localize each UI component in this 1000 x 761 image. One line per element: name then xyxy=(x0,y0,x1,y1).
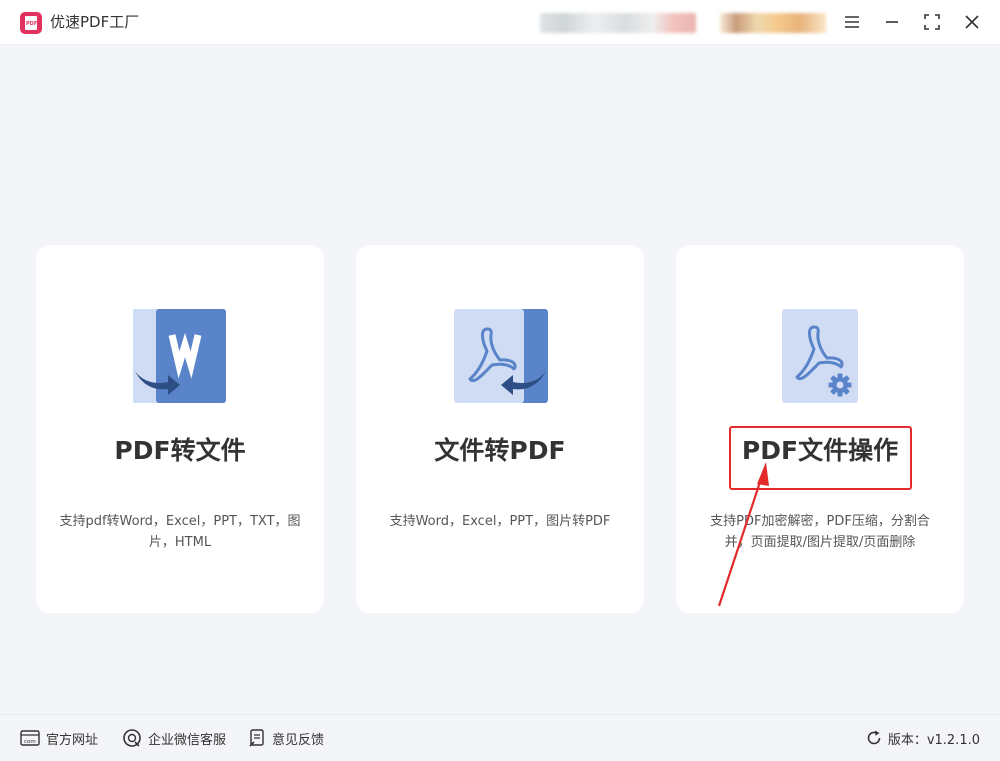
svg-text:com: com xyxy=(24,739,36,745)
footer-link-label: 官方网址 xyxy=(46,732,99,748)
version-info[interactable]: 版本：v1.2.1.0 xyxy=(866,728,980,748)
app-logo: PDF xyxy=(20,12,42,34)
blurred-user-avatar[interactable] xyxy=(720,13,826,33)
card-title: PDF转文件 xyxy=(114,436,246,465)
wechat-support-link[interactable]: 企业微信客服 xyxy=(122,728,226,748)
close-icon[interactable] xyxy=(960,10,984,34)
card-description: 支持Word，Excel，PPT，图片转PDF xyxy=(389,514,611,529)
official-website-link[interactable]: com 官方网址 xyxy=(20,728,98,748)
feedback-icon xyxy=(249,729,264,747)
card-pdf-operations[interactable]: PDF文件操作 支持PDF加密解密，PDF压缩，分割合并，页面提取/图片提取/页… xyxy=(676,245,964,613)
card-title: PDF文件操作 xyxy=(741,436,899,465)
pdf-to-word-icon xyxy=(132,307,228,403)
pdf-settings-icon xyxy=(772,307,868,403)
menu-icon[interactable] xyxy=(840,10,864,34)
support-icon xyxy=(123,729,141,747)
blurred-account-info xyxy=(540,13,696,33)
card-pdf-to-file[interactable]: PDF转文件 支持pdf转Word，Excel，PPT，TXT，图片，HTML xyxy=(36,245,324,613)
version-label: 版本：v1.2.1.0 xyxy=(887,732,980,748)
feedback-link[interactable]: 意见反馈 xyxy=(248,728,324,748)
footer-link-label: 企业微信客服 xyxy=(148,732,227,748)
title-bar: PDF 优速PDF工厂 xyxy=(0,0,1000,45)
minimize-icon[interactable] xyxy=(880,10,904,34)
app-logo-text: PDF xyxy=(26,21,38,27)
card-description: 支持pdf转Word，Excel，PPT，TXT，图片，HTML xyxy=(59,514,301,550)
card-file-to-pdf[interactable]: 文件转PDF 支持Word，Excel，PPT，图片转PDF xyxy=(356,245,644,613)
refresh-icon xyxy=(867,730,881,745)
maximize-icon[interactable] xyxy=(920,10,944,34)
card-title: 文件转PDF xyxy=(434,436,566,465)
footer-bar: com 官方网址 企业微信客服 意见反馈 版本：v1.2.1.0 xyxy=(0,714,1000,761)
footer-link-label: 意见反馈 xyxy=(272,732,325,748)
card-description: 支持PDF加密解密，PDF压缩，分割合并，页面提取/图片提取/页面删除 xyxy=(710,514,930,550)
file-to-pdf-icon xyxy=(452,307,548,403)
website-icon: com xyxy=(20,730,40,746)
app-title: 优速PDF工厂 xyxy=(50,13,140,31)
